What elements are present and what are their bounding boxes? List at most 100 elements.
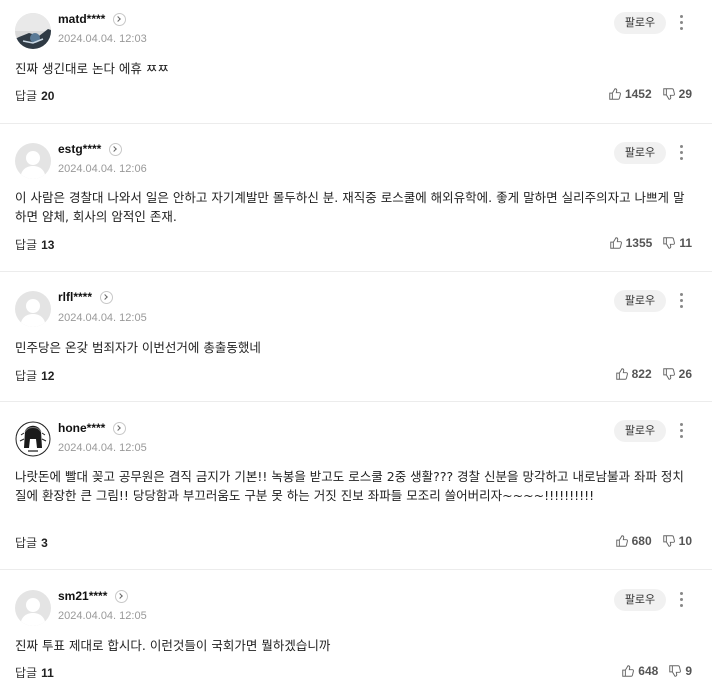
avatar[interactable] bbox=[15, 590, 51, 626]
username[interactable]: estg**** bbox=[58, 142, 101, 156]
reply-label: 답글 bbox=[15, 536, 38, 550]
author-row: hone**** bbox=[58, 418, 127, 438]
dislike-button[interactable]: 11 bbox=[662, 236, 692, 250]
vote-group: 680 10 bbox=[615, 534, 692, 548]
comment-item: rlfl**** 2024.04.04. 12:05 팔로우 민주당은 온갖 범… bbox=[0, 272, 712, 402]
thumbs-down-icon bbox=[663, 237, 676, 249]
profile-photo-icon bbox=[15, 13, 51, 49]
like-button[interactable]: 648 bbox=[621, 664, 658, 678]
reply-count: 3 bbox=[41, 536, 48, 550]
dislike-button[interactable]: 10 bbox=[662, 534, 692, 548]
thumbs-down-icon bbox=[669, 665, 682, 677]
like-count: 822 bbox=[631, 367, 652, 381]
like-count: 1452 bbox=[624, 87, 652, 101]
thumbs-down-icon bbox=[662, 535, 675, 547]
timestamp: 2024.04.04. 12:06 bbox=[58, 163, 147, 175]
comment-text: 민주당은 온갖 범죄자가 이번선거에 총출동했네 bbox=[15, 340, 261, 355]
comment-item: matd**** 2024.04.04. 12:03 팔로우 진짜 생긴대로 논… bbox=[0, 0, 712, 124]
like-count: 1355 bbox=[625, 236, 653, 250]
reply-button[interactable]: 답글 12 bbox=[15, 367, 54, 384]
comment-item: estg**** 2024.04.04. 12:06 팔로우 이 사람은 경찰대… bbox=[0, 124, 712, 272]
dislike-count: 29 bbox=[678, 87, 692, 101]
comment-item: sm21**** 2024.04.04. 12:05 팔로우 진짜 투표 제대로… bbox=[0, 570, 712, 689]
comment-list: matd**** 2024.04.04. 12:03 팔로우 진짜 생긴대로 논… bbox=[0, 0, 712, 689]
thumbs-down-icon bbox=[662, 368, 675, 380]
thumbs-up-icon bbox=[615, 535, 628, 547]
dislike-count: 11 bbox=[679, 236, 692, 250]
reply-label: 답글 bbox=[15, 238, 38, 252]
default-profile-icon bbox=[15, 143, 51, 179]
thumbs-down-icon bbox=[662, 88, 675, 100]
more-options-icon[interactable] bbox=[678, 145, 684, 161]
like-button[interactable]: 822 bbox=[615, 367, 652, 381]
username[interactable]: sm21**** bbox=[58, 589, 107, 603]
dislike-button[interactable]: 9 bbox=[668, 664, 692, 678]
comment-text: 이 사람은 경찰대 나와서 일은 안하고 자기계발만 몰두하신 분. 재직중 로… bbox=[15, 190, 685, 224]
dislike-count: 10 bbox=[678, 534, 692, 548]
follow-button[interactable]: 팔로우 bbox=[614, 12, 666, 34]
comment-text: 진짜 생긴대로 논다 에휴 ㅉㅉ bbox=[15, 61, 169, 76]
vote-group: 822 26 bbox=[615, 367, 692, 381]
reply-label: 답글 bbox=[15, 89, 38, 103]
avatar[interactable] bbox=[15, 143, 51, 179]
reply-label: 답글 bbox=[15, 666, 38, 680]
more-options-icon[interactable] bbox=[678, 15, 684, 31]
chevron-right-icon[interactable] bbox=[113, 421, 127, 435]
default-profile-icon bbox=[15, 590, 51, 626]
thumbs-up-icon bbox=[622, 665, 635, 677]
dislike-count: 9 bbox=[685, 664, 692, 678]
vote-group: 648 9 bbox=[621, 664, 692, 678]
more-options-icon[interactable] bbox=[678, 423, 684, 439]
dislike-button[interactable]: 26 bbox=[662, 367, 692, 381]
dislike-count: 26 bbox=[678, 367, 692, 381]
follow-button[interactable]: 팔로우 bbox=[614, 420, 666, 442]
timestamp: 2024.04.04. 12:05 bbox=[58, 610, 147, 622]
reply-button[interactable]: 답글 3 bbox=[15, 534, 48, 551]
reply-button[interactable]: 답글 11 bbox=[15, 664, 54, 681]
thumbs-up-icon bbox=[609, 237, 622, 249]
reply-count: 13 bbox=[41, 238, 55, 252]
chevron-right-icon[interactable] bbox=[115, 589, 129, 603]
chevron-right-icon[interactable] bbox=[100, 290, 114, 304]
spartan-helmet-icon bbox=[15, 421, 51, 457]
chevron-right-icon[interactable] bbox=[113, 12, 127, 26]
avatar[interactable] bbox=[15, 291, 51, 327]
username[interactable]: matd**** bbox=[58, 12, 105, 26]
reply-button[interactable]: 답글 13 bbox=[15, 236, 54, 253]
author-row: rlfl**** bbox=[58, 287, 114, 307]
like-count: 648 bbox=[638, 664, 659, 678]
username[interactable]: rlfl**** bbox=[58, 290, 92, 304]
follow-button[interactable]: 팔로우 bbox=[614, 589, 666, 611]
timestamp: 2024.04.04. 12:03 bbox=[58, 33, 147, 45]
dislike-button[interactable]: 29 bbox=[662, 87, 692, 101]
default-profile-icon bbox=[15, 291, 51, 327]
follow-button[interactable]: 팔로우 bbox=[614, 290, 666, 312]
avatar[interactable] bbox=[15, 421, 51, 457]
like-count: 680 bbox=[631, 534, 652, 548]
vote-group: 1355 11 bbox=[609, 236, 692, 250]
thumbs-up-icon bbox=[609, 88, 621, 100]
like-button[interactable]: 1355 bbox=[609, 236, 653, 250]
comment-text: 나랏돈에 빨대 꽂고 공무원은 겸직 금지가 기본!! 녹봉을 받고도 로스쿨 … bbox=[15, 469, 684, 503]
more-options-icon[interactable] bbox=[678, 592, 684, 608]
username[interactable]: hone**** bbox=[58, 421, 105, 435]
thumbs-up-icon bbox=[615, 368, 628, 380]
reply-count: 11 bbox=[41, 666, 54, 680]
more-options-icon[interactable] bbox=[678, 293, 684, 309]
vote-group: 1452 29 bbox=[608, 87, 692, 101]
author-row: sm21**** bbox=[58, 586, 129, 606]
timestamp: 2024.04.04. 12:05 bbox=[58, 442, 147, 454]
comment-text: 진짜 투표 제대로 합시다. 이런것들이 국회가면 뭘하겠습니까 bbox=[15, 638, 331, 653]
reply-count: 12 bbox=[41, 369, 55, 383]
like-button[interactable]: 1452 bbox=[608, 87, 652, 101]
author-row: matd**** bbox=[58, 9, 127, 29]
follow-button[interactable]: 팔로우 bbox=[614, 142, 666, 164]
comment-item: hone**** 2024.04.04. 12:05 팔로우 나랏돈에 빨대 꽂… bbox=[0, 402, 712, 570]
avatar[interactable] bbox=[15, 13, 51, 49]
timestamp: 2024.04.04. 12:05 bbox=[58, 312, 147, 324]
chevron-right-icon[interactable] bbox=[109, 142, 123, 156]
reply-button[interactable]: 답글 20 bbox=[15, 87, 54, 104]
reply-count: 20 bbox=[41, 89, 55, 103]
author-row: estg**** bbox=[58, 139, 123, 159]
like-button[interactable]: 680 bbox=[615, 534, 652, 548]
